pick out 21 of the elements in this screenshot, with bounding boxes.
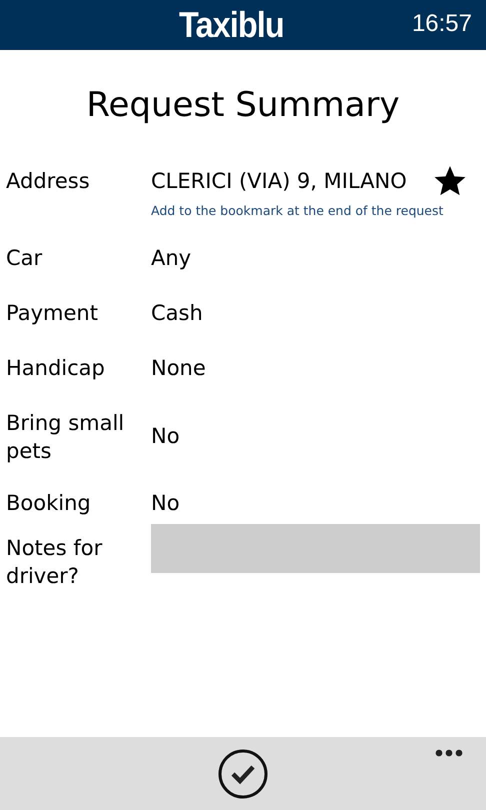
bookmark-hint: Add to the bookmark at the end of the request: [151, 202, 444, 220]
more-icon[interactable]: [435, 749, 463, 757]
field-label: Booking: [6, 490, 92, 517]
field-label: Notes for driver?: [6, 535, 104, 590]
confirm-button[interactable]: [218, 748, 268, 798]
field-value: No: [151, 490, 180, 517]
field-value: No: [151, 422, 180, 450]
field-label: Car: [6, 245, 44, 272]
notes-input[interactable]: [151, 524, 480, 573]
clock-time: 16:57: [412, 9, 472, 39]
app-logo: Taxiblu: [179, 5, 284, 45]
address-value: CLERICI (VIA) 9, MILANO: [151, 168, 407, 195]
field-label: Payment: [6, 300, 99, 327]
field-label: Address: [6, 168, 91, 195]
page-title: Request Summary: [85, 85, 401, 125]
field-value: Cash: [151, 300, 203, 327]
field-label: Handicap: [6, 355, 106, 382]
field-value: Any: [151, 245, 192, 272]
star-icon[interactable]: [433, 164, 467, 198]
field-value: None: [151, 355, 206, 382]
field-label: Bring small pets: [6, 410, 126, 465]
